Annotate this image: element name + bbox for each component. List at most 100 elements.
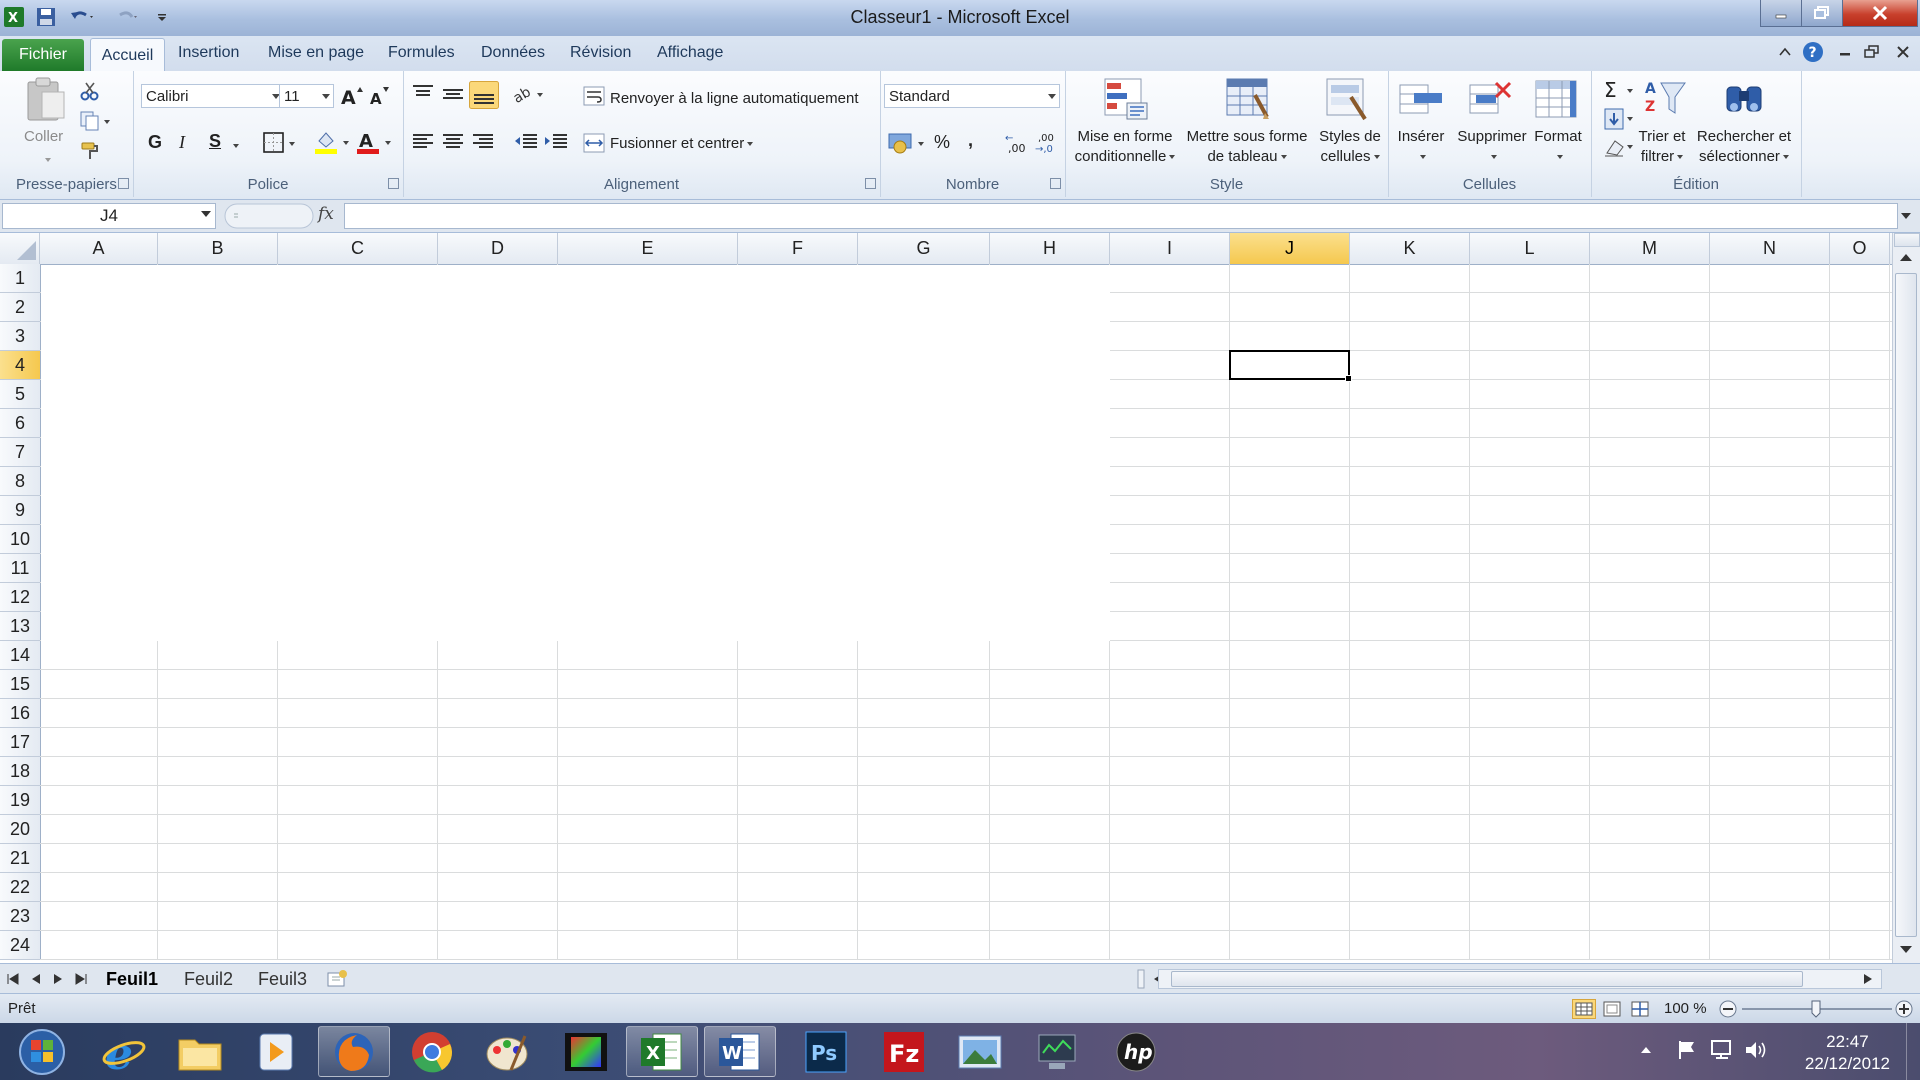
row-header-1[interactable]: 1 <box>0 264 40 293</box>
column-header-e[interactable]: E <box>558 233 738 264</box>
horizontal-scroll-thumb[interactable] <box>1171 971 1803 987</box>
row-header-3[interactable]: 3 <box>0 322 40 351</box>
tab-home[interactable]: Accueil <box>90 38 165 73</box>
alignment-launcher-icon[interactable] <box>865 178 876 189</box>
column-header-i[interactable]: I <box>1110 233 1230 264</box>
row-header-9[interactable]: 9 <box>0 496 40 525</box>
first-sheet-icon[interactable] <box>6 972 20 986</box>
volume-tray-icon[interactable] <box>1744 1039 1768 1061</box>
wrap-text-button[interactable]: Renvoyer à la ligne automatiquement <box>610 90 858 107</box>
conditional-formatting-icon[interactable] <box>1103 77 1149 121</box>
formula-input[interactable] <box>344 203 1898 229</box>
row-header-21[interactable]: 21 <box>0 844 40 873</box>
column-header-g[interactable]: G <box>858 233 990 264</box>
tab-insert[interactable]: Insertion <box>178 44 239 62</box>
align-left-icon[interactable] <box>411 131 435 153</box>
align-bottom-icon[interactable] <box>469 81 499 109</box>
select-all-button[interactable] <box>0 233 40 264</box>
clear-icon[interactable] <box>1603 135 1637 159</box>
row-header-18[interactable]: 18 <box>0 757 40 786</box>
find-select-icon[interactable] <box>1723 77 1769 121</box>
align-center-icon[interactable] <box>441 131 465 153</box>
row-header-22[interactable]: 22 <box>0 873 40 902</box>
merge-center-icon[interactable] <box>583 133 605 153</box>
row-header-15[interactable]: 15 <box>0 670 40 699</box>
sort-filter-icon[interactable]: AZ <box>1643 77 1689 121</box>
column-header-b[interactable]: B <box>158 233 278 264</box>
cut-icon[interactable] <box>80 81 100 101</box>
zoom-level[interactable]: 100 % <box>1664 1000 1707 1017</box>
taskbar-clock[interactable]: 22:47 22/12/2012 <box>1805 1031 1890 1075</box>
last-sheet-icon[interactable] <box>74 972 88 986</box>
copy-icon[interactable] <box>80 111 114 131</box>
normal-view-icon[interactable] <box>1572 999 1596 1019</box>
tab-view[interactable]: Affichage <box>657 44 723 62</box>
paste-dropdown-icon[interactable] <box>42 151 51 168</box>
paste-button[interactable]: Coller <box>24 128 63 145</box>
insert-sheet-icon[interactable] <box>324 969 350 989</box>
row-header-5[interactable]: 5 <box>0 380 40 409</box>
page-break-view-icon[interactable] <box>1628 999 1652 1019</box>
tab-page-layout[interactable]: Mise en page <box>268 44 364 62</box>
percent-button[interactable]: % <box>934 132 950 153</box>
format-cells-button[interactable]: Format <box>1528 127 1588 167</box>
column-header-o[interactable]: O <box>1830 233 1890 264</box>
help-icon[interactable]: ? <box>1802 41 1824 63</box>
chrome-icon[interactable] <box>396 1026 468 1077</box>
orientation-icon[interactable]: ab <box>511 83 547 105</box>
column-header-f[interactable]: F <box>738 233 858 264</box>
doc-restore-icon[interactable] <box>1864 45 1880 59</box>
excel-taskbar-icon[interactable]: X <box>626 1026 698 1077</box>
decrease-indent-icon[interactable] <box>513 131 539 153</box>
internet-explorer-icon[interactable]: e <box>88 1026 160 1077</box>
row-header-14[interactable]: 14 <box>0 641 40 670</box>
wrap-text-icon[interactable] <box>583 85 605 107</box>
video-editor-icon[interactable] <box>550 1026 622 1077</box>
currency-icon[interactable] <box>888 131 928 155</box>
number-format-combo[interactable]: Standard <box>884 84 1060 108</box>
font-launcher-icon[interactable] <box>388 178 399 189</box>
filezilla-icon[interactable]: Fz <box>868 1026 940 1077</box>
row-header-11[interactable]: 11 <box>0 554 40 583</box>
column-header-c[interactable]: C <box>278 233 438 264</box>
comma-style-button[interactable]: , <box>968 130 973 151</box>
photo-viewer-icon[interactable] <box>944 1026 1016 1077</box>
media-player-icon[interactable] <box>240 1026 312 1077</box>
sheet-tab-feuil3[interactable]: Feuil3 <box>258 967 307 991</box>
insert-cells-button[interactable]: Insérer <box>1388 127 1454 167</box>
worksheet-grid[interactable]: ABCDEFGHIJKLMNO 1 2 3 4 5 6 7 8 9 10 11 12 13 14 15 16 1… <box>0 233 1920 963</box>
tab-file[interactable]: Fichier <box>2 39 84 71</box>
prev-sheet-icon[interactable] <box>30 972 42 986</box>
delete-cells-icon[interactable] <box>1468 79 1514 119</box>
delete-cells-button[interactable]: Supprimer <box>1452 127 1532 167</box>
firefox-icon[interactable] <box>318 1026 390 1077</box>
row-header-6[interactable]: 6 <box>0 409 40 438</box>
action-center-flag-icon[interactable] <box>1676 1039 1698 1061</box>
next-sheet-icon[interactable] <box>52 972 64 986</box>
column-header-d[interactable]: D <box>438 233 558 264</box>
zoom-slider-thumb[interactable] <box>1810 999 1822 1019</box>
photoshop-icon[interactable]: Ps <box>790 1026 862 1077</box>
format-as-table-icon[interactable] <box>1225 77 1271 121</box>
column-header-l[interactable]: L <box>1470 233 1590 264</box>
expand-formula-bar-icon[interactable] <box>1900 210 1912 222</box>
row-header-2[interactable]: 2 <box>0 293 40 322</box>
cell-styles-icon[interactable] <box>1325 77 1371 121</box>
font-color-icon[interactable]: A <box>355 129 395 155</box>
grow-font-icon[interactable]: A <box>340 85 364 107</box>
format-as-table-button[interactable]: Mettre sous forme de tableau <box>1184 127 1310 167</box>
underline-dropdown-icon[interactable] <box>230 137 239 154</box>
doc-close-icon[interactable] <box>1896 45 1910 59</box>
paint-icon[interactable] <box>472 1026 544 1077</box>
format-painter-icon[interactable] <box>80 141 100 161</box>
increase-decimal-icon[interactable]: ← ,00 <box>1004 129 1030 155</box>
minimize-button[interactable] <box>1760 0 1802 27</box>
zoom-out-icon[interactable] <box>1718 999 1738 1019</box>
find-select-button[interactable]: Rechercher et sélectionner <box>1689 127 1799 167</box>
zoom-in-icon[interactable] <box>1894 999 1914 1019</box>
row-header-19[interactable]: 19 <box>0 786 40 815</box>
tab-split-handle[interactable] <box>1136 969 1146 989</box>
column-header-h[interactable]: H <box>990 233 1110 264</box>
decrease-decimal-icon[interactable]: ,00 →,0 <box>1034 129 1060 155</box>
row-header-20[interactable]: 20 <box>0 815 40 844</box>
